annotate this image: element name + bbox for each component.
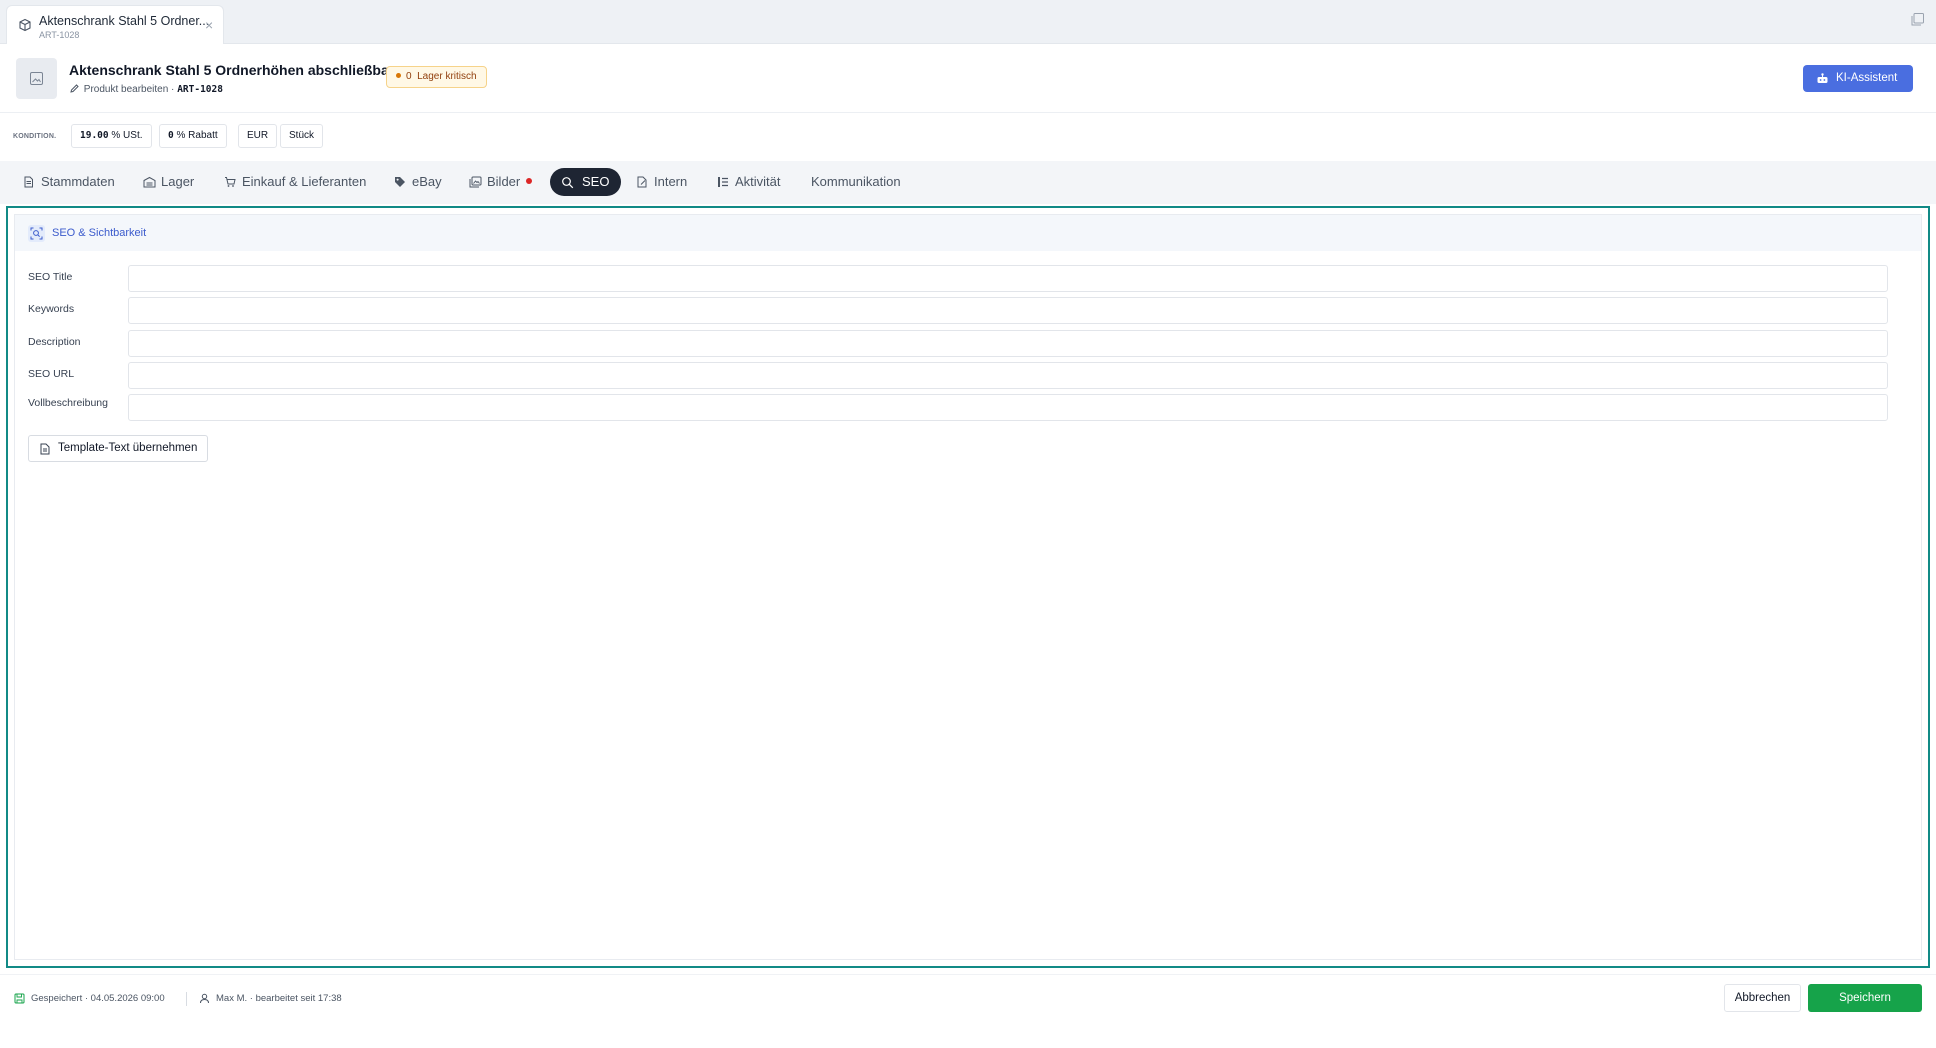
field-description: Description [15,329,1921,357]
editor-text: Max M. · bearbeitet seit 17:38 [216,993,342,1004]
section-tabs: Stammdaten Lager Einkauf & Lieferanten e… [0,161,1936,204]
document-icon [24,176,33,188]
close-icon[interactable]: × [205,18,213,32]
section-header: SEO & Sichtbarkeit [15,215,1921,251]
apply-template-button[interactable]: Template-Text übernehmen [28,435,209,462]
discount-value: 0 [168,130,174,141]
note-icon [637,176,647,188]
seo-search-icon [562,177,574,189]
cancel-button[interactable]: Abbrechen [1724,984,1801,1012]
tab-bilder[interactable]: Bilder [469,168,533,196]
tab-lager[interactable]: Lager [143,168,194,196]
field-label: Vollbeschreibung [28,397,108,409]
vat-chip[interactable]: 19.00 % USt. [71,124,152,148]
field-label: SEO URL [28,368,75,380]
article-code: ART-1028 [177,84,223,95]
tab-label: Intern [654,174,688,189]
tab-label: Stammdaten [41,174,115,189]
badge-count: 0 [406,71,412,82]
tab-ebay[interactable]: eBay [394,168,442,196]
error-dot [526,178,533,184]
ai-assistant-label: KI-Assistent [1836,72,1898,84]
vat-suffix: % USt. [111,130,143,141]
description-input[interactable] [128,330,1888,357]
ai-assistant-button[interactable]: KI-Assistent [1803,65,1913,92]
tab-einkauf[interactable]: Einkauf & Lieferanten [224,168,366,196]
document-icon [40,443,50,455]
activity-list-icon [718,177,728,187]
tab-kommunikation[interactable]: Kommunikation [793,168,901,196]
windows-icon[interactable] [1910,12,1925,27]
product-thumbnail[interactable] [16,58,57,99]
vat-value: 19.00 [80,130,109,141]
divider [186,992,187,1006]
seo-title-input[interactable] [128,265,1888,292]
window-tab-title: Aktenschrank Stahl 5 Ordner... [39,14,210,28]
seo-panel: SEO & Sichtbarkeit SEO Title Keywords De… [6,206,1930,968]
tab-label: Bilder [487,174,521,189]
footer-bar: Gespeichert · 04.05.2026 09:00 Max M. · … [0,974,1936,1020]
conditions-label: KONDITION. [13,133,57,140]
section-title: SEO & Sichtbarkeit [52,227,147,239]
window-tab[interactable]: Aktenschrank Stahl 5 Ordner... ART-1028 … [6,5,224,44]
unit-chip[interactable]: Stück [280,124,324,148]
subtitle-label: Produkt bearbeiten · [83,84,175,95]
saved-status: Gespeichert · 04.05.2026 09:00 [14,993,165,1004]
save-button[interactable]: Speichern [1808,984,1922,1012]
robot-icon [1817,73,1828,83]
cart-icon [225,177,236,187]
discount-chip[interactable]: 0 % Rabatt [159,124,227,148]
warning-dot [396,73,401,78]
tab-label: eBay [412,174,442,189]
stock-status-badge: 0 Lager kritisch [386,66,487,88]
tab-seo[interactable]: SEO [550,168,622,196]
search-icon [30,227,43,240]
editor-status: Max M. · bearbeitet seit 17:38 [199,993,342,1004]
tab-stammdaten[interactable]: Stammdaten [23,168,115,196]
discount-suffix: % Rabatt [176,130,218,141]
user-icon [200,993,209,1004]
product-header: Aktenschrank Stahl 5 Ordnerhöhen abschli… [0,44,1936,113]
currency-chip[interactable]: EUR [238,124,278,148]
tab-aktivitaet[interactable]: Aktivität [717,168,781,196]
window-tab-bar: Aktenschrank Stahl 5 Ordner... ART-1028 … [0,0,1936,44]
field-label: Description [28,336,81,348]
tag-icon [395,177,405,187]
field-label: Keywords [28,303,75,315]
tab-label: Kommunikation [811,174,901,189]
field-keywords: Keywords [15,296,1921,324]
tab-label: SEO [582,174,610,189]
full-description-input[interactable] [128,394,1888,421]
seo-url-input[interactable] [128,362,1888,389]
field-seo-url: SEO URL [15,361,1921,389]
image-placeholder-icon [30,72,43,85]
save-icon [14,993,25,1004]
unit-value: Stück [289,130,315,141]
package-icon [19,18,31,32]
field-seo-title: SEO Title [15,264,1921,292]
seo-section-icon [28,225,45,242]
page-subtitle: Produkt bearbeiten · ART-1028 [70,84,223,95]
page-title: Aktenschrank Stahl 5 Ordnerhöhen abschli… [69,62,395,78]
field-vollbeschreibung: Vollbeschreibung [15,393,1921,421]
seo-card: SEO & Sichtbarkeit SEO Title Keywords De… [14,214,1922,960]
pencil-icon [70,84,79,93]
conditions-bar: KONDITION. 19.00 % USt. 0 % Rabatt EUR S… [0,113,1936,161]
saved-text: Gespeichert · 04.05.2026 09:00 [31,993,165,1004]
keywords-input[interactable] [128,297,1888,324]
badge-text: Lager kritisch [417,71,477,82]
tab-label: Lager [161,174,195,189]
warehouse-icon [143,176,156,188]
tab-label: Einkauf & Lieferanten [242,174,367,189]
tab-label: Aktivität [735,174,781,189]
currency-value: EUR [247,130,269,141]
tab-intern[interactable]: Intern [636,168,687,196]
field-label: SEO Title [28,271,73,283]
apply-template-label: Template-Text übernehmen [58,442,198,454]
images-icon [469,176,482,188]
window-tab-subtitle: ART-1028 [39,30,80,40]
